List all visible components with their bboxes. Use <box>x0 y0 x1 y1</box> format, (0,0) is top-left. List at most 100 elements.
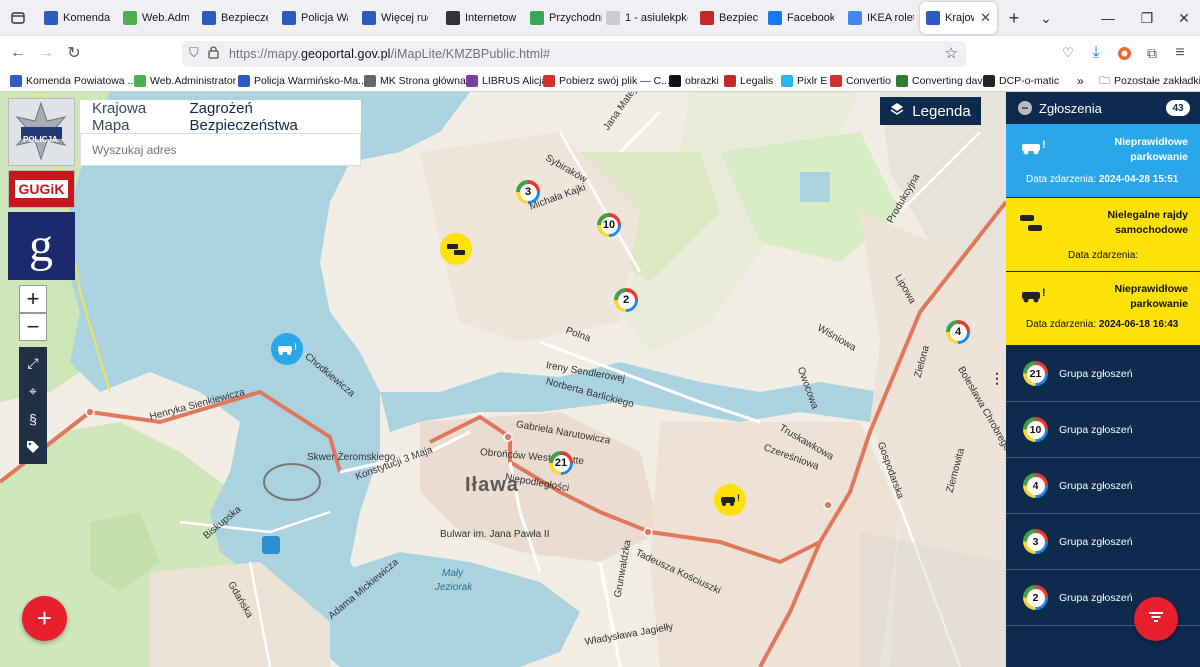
report-date-label: Data zdarzenia: <box>1026 319 1097 330</box>
fullscreen-icon[interactable]: ⤢ <box>19 349 47 377</box>
report-card[interactable]: Nielegalne rajdy samochodowe Data zdarze… <box>1006 198 1200 272</box>
reload-icon[interactable]: ↻ <box>64 43 84 63</box>
report-card[interactable]: ! Nieprawidłowe parkowanie Data zdarzeni… <box>1006 272 1200 346</box>
bookmark-favicon-icon <box>896 75 908 87</box>
group-label: Grupa zgłoszeń <box>1059 591 1133 604</box>
close-window-button[interactable]: ✕ <box>1174 8 1194 28</box>
tab-list-icon[interactable] <box>8 8 28 28</box>
layers-icon <box>890 102 904 120</box>
bookmark-favicon-icon <box>364 75 376 87</box>
forward-arrow-icon[interactable]: → <box>36 43 56 63</box>
browser-tab[interactable]: Przychodni <box>524 2 608 34</box>
cluster-marker[interactable]: 10 <box>597 213 621 237</box>
menu-hamburger-icon[interactable]: ≡ <box>1170 43 1190 63</box>
browser-tab[interactable]: Więcej ruch <box>356 2 434 34</box>
bookmark-star-icon[interactable]: ☆ <box>945 44 958 62</box>
report-group-item[interactable]: 3 Grupa zgłoszeń <box>1006 514 1200 570</box>
svg-text:!: ! <box>1042 287 1046 299</box>
browser-tab[interactable]: Krajowa ✕ <box>920 2 997 34</box>
cluster-marker[interactable]: 3 <box>516 180 540 204</box>
lake-label-2: Jeziorak <box>435 582 473 593</box>
bookmark-item[interactable]: Policja Warmińsko-Ma... <box>238 73 367 89</box>
collapse-panel-icon[interactable]: − <box>1018 101 1032 115</box>
url-text: https://mapy.geoportal.gov.pl/iMapLite/K… <box>229 47 551 61</box>
panel-resize-handle-icon[interactable]: ⋮ <box>990 370 1004 387</box>
new-tab-button[interactable]: + <box>1004 8 1024 28</box>
police-logo[interactable]: POLICJA <box>8 98 75 166</box>
browser-tab[interactable]: Bezpieczeń <box>196 2 274 34</box>
tab-label: Web.Admin <box>142 12 189 24</box>
browser-tab[interactable]: Bezpieczny <box>694 2 764 34</box>
address-bar[interactable]: ⛉ https://mapy.geoportal.gov.pl/iMapLite… <box>182 41 966 67</box>
other-bookmarks-folder[interactable]: 🗀 Pozostałe zakładki <box>1099 73 1200 89</box>
gugik-logo-text: GUGiK <box>14 180 69 198</box>
shield-icon[interactable]: ⛉ <box>189 45 199 61</box>
bookmark-item[interactable]: Convertio <box>830 73 891 89</box>
browser-tab[interactable]: Policja War <box>276 2 354 34</box>
cluster-marker[interactable]: 21 <box>549 451 573 475</box>
address-search-input[interactable] <box>80 133 361 166</box>
report-title: Nieprawidłowe parkowanie <box>1114 136 1188 163</box>
filter-button[interactable] <box>1134 597 1178 641</box>
bookmark-item[interactable]: Web.Administrator <box>134 73 236 89</box>
gugik-logo[interactable]: GUGiK <box>8 170 75 208</box>
bookmark-item[interactable]: DCP-o-matic <box>983 73 1059 89</box>
parking-violation-marker-icon[interactable]: ! <box>271 333 303 365</box>
map-background <box>0 92 1006 667</box>
geoportal-logo[interactable]: g <box>8 212 75 280</box>
bookmarks-overflow-chevron-icon[interactable]: » <box>1077 73 1084 89</box>
browser-tab-strip: Komenda P Web.Admin Bezpieczeń Policja War W… <box>0 0 1200 36</box>
browser-tab[interactable]: Komenda P <box>38 2 116 34</box>
bookmark-item[interactable]: LIBRUS Alicja <box>466 73 547 89</box>
report-card[interactable]: ! Nieprawidłowe parkowanie Data zdarzeni… <box>1006 124 1200 198</box>
extension-circle-icon[interactable] <box>1114 43 1134 63</box>
police-logo-text: POLICJA <box>23 135 58 144</box>
restore-window-button[interactable]: ❐ <box>1137 8 1157 28</box>
bookmark-item[interactable]: Pobierz swój plik — C... <box>543 73 670 89</box>
legend-button[interactable]: Legenda <box>880 97 981 125</box>
report-group-item[interactable]: 21 Grupa zgłoszeń <box>1006 346 1200 402</box>
report-date: 2024-04-28 15:51 <box>1098 174 1179 185</box>
report-group-item[interactable]: 10 Grupa zgłoszeń <box>1006 402 1200 458</box>
back-arrow-icon[interactable]: ← <box>8 43 28 63</box>
bookmark-favicon-icon <box>830 75 842 87</box>
browser-tab[interactable]: Internetow <box>440 2 524 34</box>
download-icon[interactable]: ⤓ <box>1086 43 1106 63</box>
report-group-item[interactable]: 4 Grupa zgłoszeń <box>1006 458 1200 514</box>
browser-tab[interactable]: Web.Admin <box>117 2 195 34</box>
street-racing-marker-icon[interactable] <box>440 233 472 265</box>
map-tools: ⤢ ⌖ § <box>19 347 47 464</box>
filter-icon <box>1148 610 1164 629</box>
map-canvas[interactable]: Jana Matejki Sybiraków Michała Kajki Polna I… <box>0 92 1006 667</box>
svg-text:!: ! <box>294 342 297 352</box>
bookmark-item[interactable]: Pixlr E <box>781 73 827 89</box>
zoom-out-button[interactable]: − <box>19 313 47 341</box>
police-badge-icon <box>926 11 940 25</box>
bookmark-item[interactable]: Legalis <box>724 73 773 89</box>
minimize-window-button[interactable]: — <box>1098 8 1118 28</box>
it-icon <box>446 11 460 25</box>
cluster-marker[interactable]: 4 <box>946 320 970 344</box>
browser-tab[interactable]: 1 - asiulekpk@ <box>600 2 694 34</box>
bookmark-label: Convertio <box>846 75 891 87</box>
group-label: Grupa zgłoszeń <box>1059 535 1133 548</box>
add-report-button[interactable]: + <box>22 596 67 641</box>
extensions-puzzle-icon[interactable]: ⧉ <box>1142 43 1162 63</box>
browser-tab[interactable]: Facebook <box>762 2 840 34</box>
pocket-icon[interactable]: ♡ <box>1058 43 1078 63</box>
lock-icon[interactable] <box>208 46 219 64</box>
cluster-marker[interactable]: 2 <box>614 288 638 312</box>
bookmark-item[interactable]: Komenda Powiatowa ... <box>10 73 136 89</box>
tab-label: Przychodni <box>549 12 602 24</box>
browser-tab[interactable]: IKEA rolety <box>842 2 920 34</box>
bookmark-item[interactable]: obrazki <box>669 73 719 89</box>
zoom-in-button[interactable]: + <box>19 285 47 313</box>
tags-icon[interactable] <box>19 433 47 461</box>
bookmark-item[interactable]: Converting dav <box>896 73 983 89</box>
close-tab-icon[interactable]: ✕ <box>980 10 991 26</box>
parking-violation-marker-icon[interactable]: ! <box>714 484 746 516</box>
bookmark-item[interactable]: MK Strona główna <box>364 73 466 89</box>
tab-overflow-chevron-icon[interactable]: ⌄ <box>1036 8 1056 28</box>
locate-crosshair-icon[interactable]: ⌖ <box>19 377 47 405</box>
legal-paragraph-icon[interactable]: § <box>19 405 47 433</box>
